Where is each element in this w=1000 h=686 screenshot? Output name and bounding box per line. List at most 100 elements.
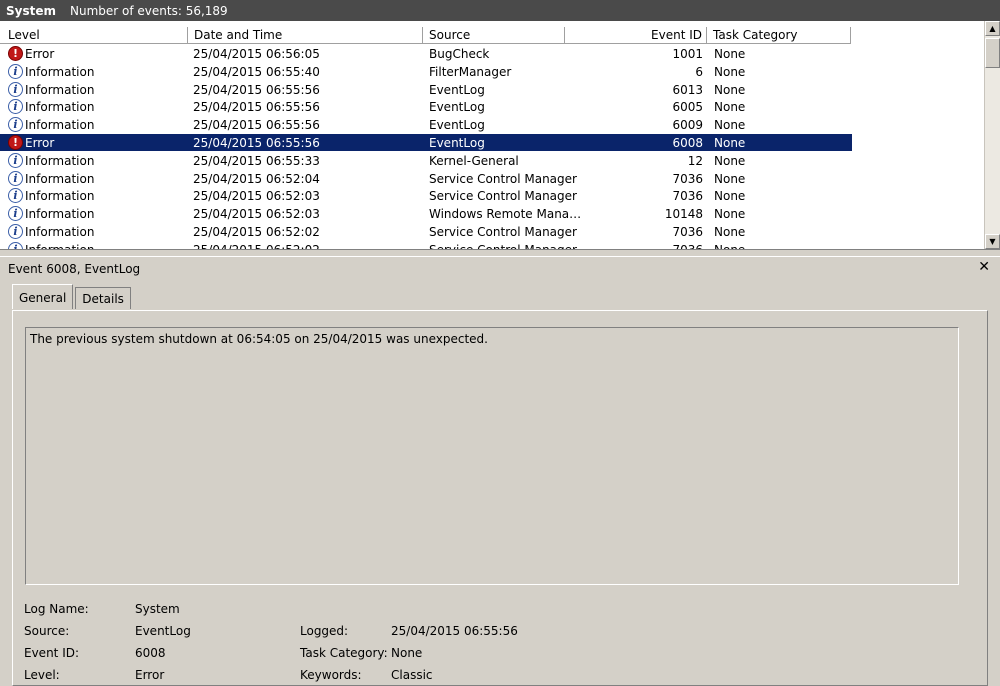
source-value: EventLog	[135, 624, 191, 638]
row-task-category: None	[714, 207, 746, 222]
row-task-category: None	[714, 135, 746, 150]
row-date: 25/04/2015 06:52:03	[193, 189, 320, 204]
event-row[interactable]: i Information 25/04/2015 06:52:03 Windows R…	[0, 205, 984, 223]
info-icon: i	[8, 241, 24, 249]
column-header-task-category[interactable]: Task Category	[707, 27, 851, 44]
event-row[interactable]: i Information 25/04/2015 06:52:03 Service C…	[0, 187, 984, 205]
row-event-id: 6005	[672, 100, 703, 115]
row-date: 25/04/2015 06:55:40	[193, 64, 320, 79]
row-level: Information	[25, 100, 95, 115]
row-date: 25/04/2015 06:55:56	[193, 135, 320, 150]
row-date: 25/04/2015 06:55:56	[193, 100, 320, 115]
keywords-value: Classic	[391, 668, 433, 682]
event-row[interactable]: i Information 25/04/2015 06:55:56 EventLog 6…	[0, 81, 984, 99]
tab-details[interactable]: Details	[75, 287, 131, 309]
row-date: 25/04/2015 06:52:04	[193, 171, 320, 186]
log-name: System	[6, 3, 56, 18]
row-level: Information	[25, 118, 95, 133]
logged-value: 25/04/2015 06:55:56	[391, 624, 518, 638]
row-event-id: 7036	[672, 242, 703, 250]
detail-tabs: General Details	[12, 284, 133, 311]
column-header-date[interactable]: Date and Time	[188, 27, 423, 44]
row-date: 25/04/2015 06:52:03	[193, 207, 320, 222]
row-date: 25/04/2015 06:52:02	[193, 242, 320, 250]
row-date: 25/04/2015 06:55:33	[193, 153, 320, 168]
row-level: Information	[25, 242, 95, 250]
row-task-category: None	[714, 224, 746, 239]
column-header-event-id[interactable]: Event ID	[565, 27, 707, 44]
row-task-category: None	[714, 189, 746, 204]
row-event-id: 7036	[672, 224, 703, 239]
row-event-id: 6008	[672, 135, 703, 150]
info-icon: i	[8, 152, 24, 169]
error-icon: !	[8, 134, 24, 151]
event-row[interactable]: i Information 25/04/2015 06:52:02 Service C…	[0, 223, 984, 241]
source-label: Source:	[24, 624, 70, 638]
row-event-id: 1001	[672, 47, 703, 61]
info-icon: i	[8, 99, 24, 115]
row-event-id: 12	[687, 153, 703, 168]
logged-label: Logged:	[300, 624, 349, 638]
row-task-category: None	[714, 47, 746, 61]
event-row[interactable]: i Information 25/04/2015 06:52:04 Service C…	[0, 170, 984, 188]
event-list[interactable]: Level Date and Time Source Event ID Task…	[0, 21, 1000, 250]
log-name-value: System	[135, 602, 180, 616]
event-list-scrollbar[interactable]: ▲ ▼	[984, 21, 1000, 249]
column-header-level[interactable]: Level	[0, 27, 188, 44]
event-count: Number of events: 56,189	[70, 3, 228, 18]
log-title-bar: System Number of events: 56,189	[0, 0, 1000, 21]
row-date: 25/04/2015 06:52:02	[193, 224, 320, 239]
row-level: Information	[25, 153, 95, 168]
scroll-thumb[interactable]	[985, 38, 1000, 68]
info-icon: i	[8, 223, 24, 240]
event-id-label: Event ID:	[24, 646, 80, 660]
row-event-id: 6013	[672, 82, 703, 97]
row-event-id: 10148	[664, 207, 703, 222]
row-task-category: None	[714, 64, 746, 79]
row-task-category: None	[714, 100, 746, 115]
keywords-label: Keywords:	[300, 668, 362, 682]
row-event-id: 6009	[672, 118, 703, 133]
info-icon: i	[8, 206, 24, 222]
row-source: Service Control Manager	[429, 242, 577, 250]
row-task-category: None	[714, 171, 746, 186]
event-row[interactable]: i Information 25/04/2015 06:55:56 EventLog 6…	[0, 116, 984, 134]
task-category-value: None	[391, 646, 423, 660]
event-row[interactable]: i Information 25/04/2015 06:55:56 EventLog 6…	[0, 98, 984, 116]
row-date: 25/04/2015 06:56:05	[193, 47, 320, 61]
info-icon: i	[8, 81, 24, 98]
row-date: 25/04/2015 06:55:56	[193, 82, 320, 97]
scroll-up-arrow-icon[interactable]: ▲	[985, 21, 1000, 36]
level-label: Level:	[24, 668, 60, 682]
tab-general[interactable]: General	[12, 284, 74, 309]
event-detail-title: Event 6008, EventLog	[0, 256, 1000, 280]
row-task-category: None	[714, 242, 746, 250]
event-message[interactable]: The previous system shutdown at 06:54:05…	[25, 327, 959, 585]
event-row[interactable]: ! Error 25/04/2015 06:55:56 EventLog 6008 Non…	[0, 133, 984, 152]
close-icon[interactable]: ✕	[978, 259, 990, 275]
row-task-category: None	[714, 118, 746, 133]
row-task-category: None	[714, 82, 746, 97]
column-header-row: Level Date and Time Source Event ID Task…	[0, 27, 984, 44]
event-row[interactable]: i Information 25/04/2015 06:55:40 FilterMan…	[0, 63, 984, 81]
column-header-source[interactable]: Source	[423, 27, 565, 44]
row-event-id: 7036	[672, 171, 703, 186]
level-value: Error	[135, 668, 165, 682]
event-rows: ! Error 25/04/2015 06:56:05 BugCheck 1001 Non…	[0, 45, 984, 250]
info-icon: i	[8, 63, 24, 80]
info-icon: i	[8, 117, 24, 133]
row-event-id: 7036	[672, 189, 703, 204]
event-row[interactable]: ! Error 25/04/2015 06:56:05 BugCheck 1001 Non…	[0, 45, 984, 63]
task-category-label: Task Category:	[300, 646, 388, 660]
scroll-down-arrow-icon[interactable]: ▼	[985, 234, 1000, 249]
row-source: Service Control Manager	[429, 189, 577, 204]
row-level: Information	[25, 207, 95, 222]
row-level: Error	[25, 47, 55, 61]
row-level: Error	[25, 135, 55, 150]
row-source: EventLog	[429, 135, 485, 150]
error-icon: !	[8, 46, 24, 62]
row-date: 25/04/2015 06:55:56	[193, 118, 320, 133]
info-icon: i	[8, 188, 24, 204]
event-row[interactable]: i Information 25/04/2015 06:55:33 Kernel-Ge…	[0, 152, 984, 170]
event-row[interactable]: i Information 25/04/2015 06:52:02 Service C…	[0, 241, 984, 250]
